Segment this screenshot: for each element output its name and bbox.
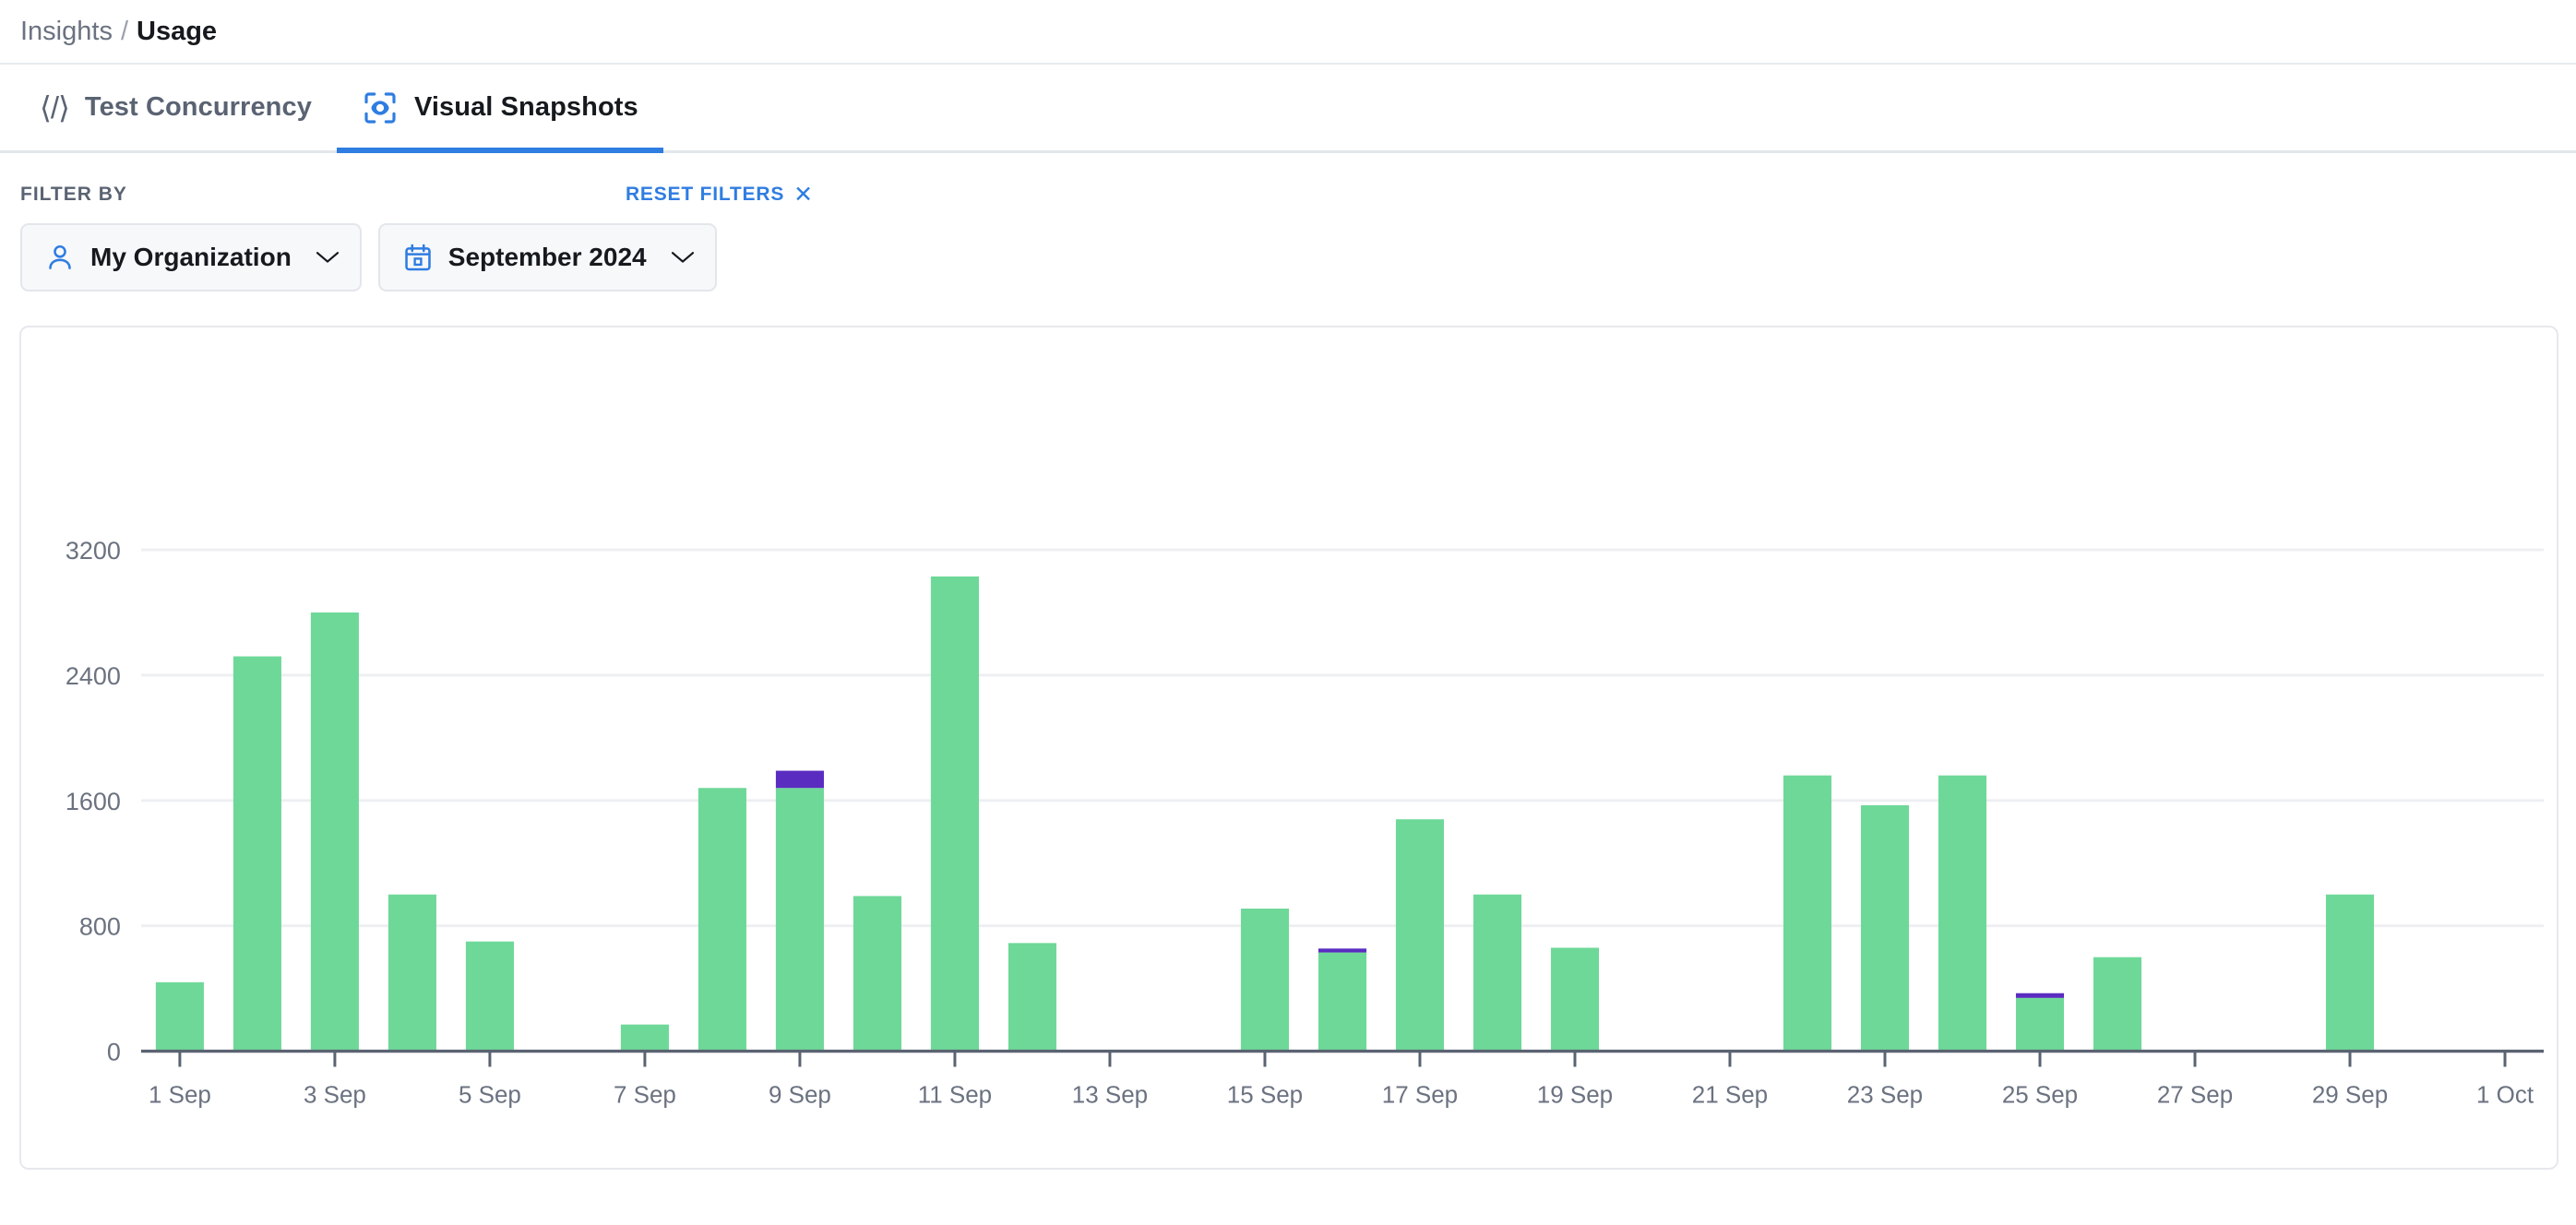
filter-chip-month-label: September 2024 bbox=[447, 243, 647, 271]
bar-segment[interactable] bbox=[388, 894, 436, 1052]
reset-filters-button[interactable]: RESET FILTERS ✕ bbox=[625, 181, 814, 208]
filter-chips: My Organization September 2024 bbox=[20, 223, 2556, 291]
reset-filters-label: RESET FILTERS bbox=[625, 184, 785, 205]
chart-axis bbox=[140, 1049, 2545, 1067]
filter-chip-organization[interactable]: My Organization bbox=[20, 223, 362, 291]
visual-snapshot-icon bbox=[362, 89, 399, 126]
bar-segment[interactable] bbox=[1318, 952, 1366, 1052]
chart-gridlines bbox=[140, 548, 2545, 928]
chevron-down-icon bbox=[306, 250, 340, 265]
breadcrumb: Insights / Usage bbox=[0, 0, 2576, 65]
y-tick-label: 2400 bbox=[66, 662, 121, 690]
tab-test-concurrency-label: Test Concurrency bbox=[84, 92, 312, 122]
x-tick-label: 15 Sep bbox=[1227, 1082, 1303, 1108]
y-tick-label: 3200 bbox=[66, 537, 121, 565]
tab-visual-snapshots-label: Visual Snapshots bbox=[413, 92, 638, 122]
y-tick-label: 0 bbox=[107, 1039, 121, 1066]
bar-segment[interactable] bbox=[2015, 997, 2065, 1052]
calendar-icon bbox=[402, 242, 434, 273]
bar-segment[interactable] bbox=[1473, 894, 1522, 1052]
close-icon: ✕ bbox=[793, 181, 814, 208]
bar-segment[interactable] bbox=[698, 788, 746, 1052]
user-icon bbox=[44, 242, 76, 273]
x-tick-label: 17 Sep bbox=[1382, 1082, 1458, 1108]
bar-segment[interactable] bbox=[1860, 804, 1910, 1052]
x-tick-label: 19 Sep bbox=[1537, 1082, 1613, 1108]
bar-segment[interactable] bbox=[1008, 943, 1056, 1052]
x-tick-label: 25 Sep bbox=[2002, 1082, 2078, 1108]
tab-bar: ⟨/⟩ Test Concurrency Visual Snapshots bbox=[0, 65, 2576, 153]
bar-segment[interactable] bbox=[465, 941, 514, 1052]
x-tick-label: 11 Sep bbox=[918, 1082, 992, 1108]
x-tick-label: 3 Sep bbox=[304, 1082, 366, 1108]
usage-bar-chart[interactable]: 0 800 1600 2400 3200 1 Sep 3 Sep 5 Sep 7 Sep 9 S… bbox=[21, 327, 2557, 1168]
bar-segment[interactable] bbox=[2093, 957, 2142, 1052]
breadcrumb-separator: / bbox=[120, 16, 129, 46]
bar-segment[interactable] bbox=[1550, 947, 1600, 1052]
bar-segment[interactable] bbox=[1783, 775, 1832, 1052]
bar-segment[interactable] bbox=[853, 896, 901, 1052]
bar-segment[interactable] bbox=[775, 788, 824, 1052]
chart-bars bbox=[155, 576, 2375, 1052]
page-title: Usage bbox=[137, 16, 218, 46]
bar-segment[interactable] bbox=[155, 981, 204, 1052]
tab-visual-snapshots[interactable]: Visual Snapshots bbox=[336, 65, 663, 153]
x-tick-label: 13 Sep bbox=[1072, 1082, 1148, 1108]
filter-header: FILTER BY RESET FILTERS ✕ bbox=[20, 179, 2556, 210]
breadcrumb-parent[interactable]: Insights bbox=[20, 17, 113, 47]
bar-segment-overage[interactable] bbox=[1318, 948, 1366, 953]
x-tick-label: 21 Sep bbox=[1692, 1082, 1768, 1108]
bar-segment[interactable] bbox=[1395, 819, 1445, 1052]
bar-segment[interactable] bbox=[620, 1024, 669, 1052]
filter-by-label: FILTER BY bbox=[20, 184, 127, 205]
filter-chip-organization-label: My Organization bbox=[90, 243, 292, 271]
filter-chip-month[interactable]: September 2024 bbox=[377, 223, 717, 291]
bar-segment-overage[interactable] bbox=[775, 770, 824, 789]
bar-segment[interactable] bbox=[2325, 894, 2375, 1052]
tab-test-concurrency[interactable]: ⟨/⟩ Test Concurrency bbox=[15, 65, 337, 150]
bar-segment[interactable] bbox=[233, 656, 281, 1052]
usage-chart-card: 0 800 1600 2400 3200 1 Sep 3 Sep 5 Sep 7 Sep 9 S… bbox=[19, 326, 2558, 1170]
x-tick-label: 7 Sep bbox=[614, 1082, 676, 1108]
y-tick-label: 1600 bbox=[66, 788, 121, 815]
bar-segment[interactable] bbox=[1938, 775, 1987, 1052]
chart-x-tick-labels: 1 Sep 3 Sep 5 Sep 7 Sep 9 Sep 11 Sep 13 Sep 15 … bbox=[149, 1082, 2534, 1108]
chart-y-tick-labels: 0 800 1600 2400 3200 bbox=[66, 537, 121, 1065]
code-icon: ⟨/⟩ bbox=[40, 90, 70, 125]
x-tick-label: 1 Sep bbox=[149, 1082, 211, 1108]
bar-segment-overage[interactable] bbox=[2015, 993, 2065, 998]
y-tick-label: 800 bbox=[79, 913, 121, 941]
filter-section: FILTER BY RESET FILTERS ✕ My Organizatio… bbox=[0, 153, 2576, 291]
x-tick-label: 29 Sep bbox=[2312, 1082, 2388, 1108]
x-tick-label: 27 Sep bbox=[2157, 1082, 2233, 1108]
bar-segment[interactable] bbox=[310, 612, 359, 1052]
x-tick-label: 1 Oct bbox=[2476, 1082, 2534, 1108]
x-tick-label: 5 Sep bbox=[459, 1082, 521, 1108]
bar-segment[interactable] bbox=[930, 576, 979, 1052]
x-tick-label: 23 Sep bbox=[1847, 1082, 1923, 1108]
x-tick-label: 9 Sep bbox=[769, 1082, 831, 1108]
chevron-down-icon bbox=[662, 250, 695, 265]
bar-segment[interactable] bbox=[1240, 908, 1289, 1052]
